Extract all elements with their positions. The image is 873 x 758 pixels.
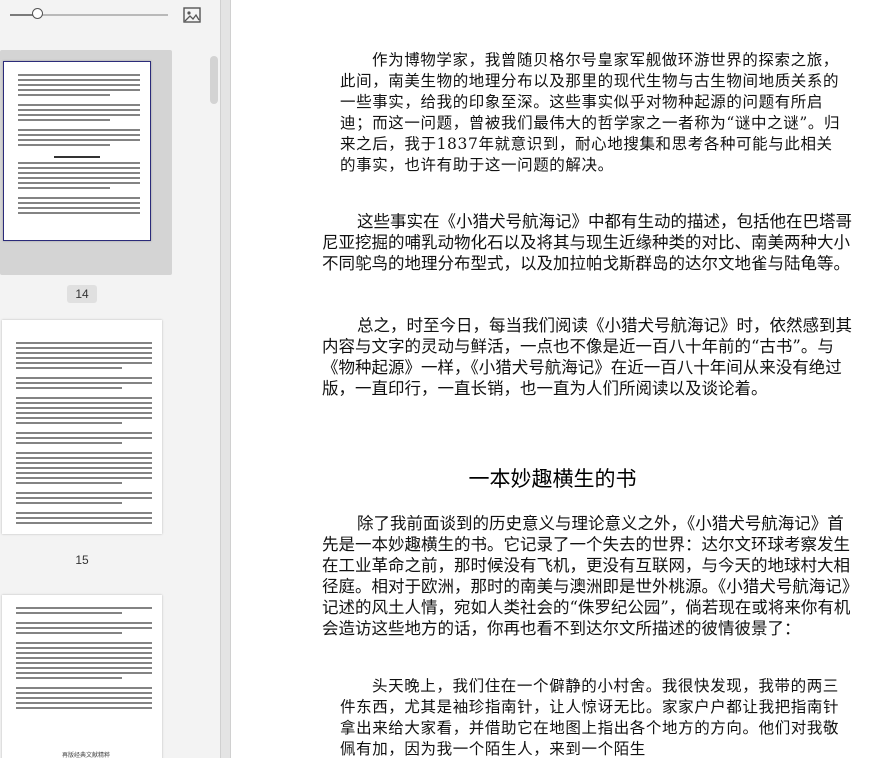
thumbnail-sidebar: 14 15 再版经典文献精粹 [0, 0, 222, 758]
body-paragraph: 除了我前面谈到的历史意义与理论意义之外，《小猎犬号航海记》首先是一本妙趣横生的书… [322, 514, 859, 638]
section-heading: 一本妙趣横生的书 [468, 467, 637, 491]
page-label-14: 14 [67, 285, 97, 303]
page-thumbnail-15[interactable] [2, 320, 162, 534]
document-page: 作为博物学家，我曾随贝格尔号皇家军舰做环游世界的探索之旅，此间，南美生物的地理分… [232, 0, 873, 758]
block-quote: 作为博物学家，我曾随贝格尔号皇家军舰做环游世界的探索之旅，此间，南美生物的地理分… [340, 51, 841, 174]
page-label-15: 15 [75, 553, 89, 567]
image-icon[interactable] [182, 6, 202, 24]
thumbnail-footer-text: 再版经典文献精粹 [62, 752, 111, 758]
page-thumbnail-14[interactable] [3, 61, 151, 241]
sidebar-scrollbar[interactable] [210, 56, 218, 104]
page-thumbnail-16[interactable]: 再版经典文献精粹 [2, 595, 162, 758]
sidebar-divider[interactable] [220, 0, 231, 758]
body-paragraph: 总之，时至今日，每当我们阅读《小猎犬号航海记》时，依然感到其内容与文字的灵动与鲜… [322, 316, 852, 398]
block-quote: 头天晚上，我们住在一个僻静的小村舍。我很快发现，我带的两三件东西，尤其是袖珍指南… [340, 677, 840, 758]
zoom-slider-handle[interactable] [32, 8, 44, 19]
body-paragraph: 这些事实在《小猎犬号航海记》中都有生动的描述，包括他在巴塔哥尼亚挖掘的哺乳动物化… [322, 212, 852, 273]
